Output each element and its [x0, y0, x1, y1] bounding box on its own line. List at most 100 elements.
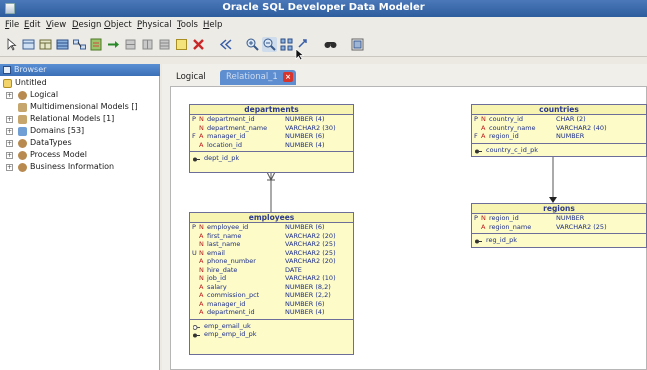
menu-view[interactable]: View	[46, 20, 66, 30]
column-row[interactable]: Nhire_date DATE	[190, 266, 353, 275]
grid-icon[interactable]	[123, 37, 138, 52]
title-bar: Oracle SQL Developer Data Modeler	[0, 0, 647, 17]
mandatory-flag: A	[481, 123, 486, 132]
tree-item-process[interactable]: + Process Model	[6, 150, 156, 161]
column-row[interactable]: Njob_id VARCHAR2 (10)	[190, 274, 353, 283]
menu-help[interactable]: Help	[203, 20, 222, 30]
column-row[interactable]: Aregion_name VARCHAR2 (25)	[472, 223, 646, 232]
expand-icon[interactable]: +	[6, 152, 13, 159]
table-icon[interactable]	[55, 37, 70, 52]
menu-physical[interactable]: Physical	[137, 20, 172, 30]
close-icon[interactable]: ×	[283, 72, 293, 82]
column-row[interactable]: P Nemployee_id NUMBER (6)	[190, 223, 353, 232]
key-row[interactable]: emp_email_uk	[190, 322, 353, 331]
column-list: P Nemployee_id NUMBER (6) Afirst_name VARCHA…	[190, 223, 353, 320]
delete-icon[interactable]	[191, 37, 206, 52]
column-row[interactable]: Adepartment_id NUMBER (4)	[190, 308, 353, 317]
expand-icon[interactable]: +	[6, 140, 13, 147]
menu-tools[interactable]: Tools	[177, 20, 198, 30]
zoom-in-icon[interactable]	[245, 37, 260, 52]
browser-header[interactable]: Browser	[0, 64, 160, 76]
menu-bar: File Edit View Design Object Physical To…	[0, 17, 647, 33]
column-row[interactable]: F Aregion_id NUMBER	[472, 132, 646, 141]
column-type: NUMBER (6)	[285, 223, 325, 231]
tab-logical[interactable]: Logical	[170, 70, 212, 85]
mandatory-flag: N	[481, 115, 486, 123]
column-row[interactable]: Alocation_id NUMBER (4)	[190, 141, 353, 150]
tree-item-label: Relational Models [1]	[30, 114, 115, 123]
column-name: department_id	[207, 115, 255, 123]
menu-edit[interactable]: Edit	[24, 20, 40, 30]
column-row[interactable]: P Ncountry_id CHAR (2)	[472, 115, 646, 124]
logical-icon	[18, 91, 27, 100]
key-list: dept_id_pk	[190, 152, 353, 163]
fit-icon[interactable]	[279, 37, 294, 52]
menu-object[interactable]: Object	[104, 20, 132, 30]
key-flag: P	[474, 115, 478, 123]
tree-root[interactable]: Untitled	[3, 78, 153, 89]
note2-icon[interactable]	[174, 37, 189, 52]
column-row[interactable]: Amanager_id NUMBER (6)	[190, 300, 353, 309]
column-row[interactable]: Ndepartment_name VARCHAR2 (30)	[190, 124, 353, 133]
grid2-icon[interactable]	[140, 37, 155, 52]
table-departments[interactable]: departments P Ndepartment_id NUMBER (4) Nde…	[189, 104, 354, 173]
tree-item-datatypes[interactable]: + DataTypes	[6, 138, 156, 149]
mandatory-flag: N	[199, 274, 204, 282]
table-regions[interactable]: regions P Nregion_id NUMBER Aregion_name VAR…	[471, 203, 647, 248]
key-flag: P	[192, 223, 196, 231]
column-name: region_id	[489, 132, 519, 140]
expand-icon[interactable]: +	[6, 164, 13, 171]
table-countries[interactable]: countries P Ncountry_id CHAR (2) Acountry_n…	[471, 104, 647, 157]
key-row[interactable]: dept_id_pk	[190, 154, 353, 163]
column-type: VARCHAR2 (30)	[285, 123, 336, 132]
note-icon[interactable]	[89, 37, 104, 52]
grid3-icon[interactable]	[157, 37, 172, 52]
expand-icon[interactable]: +	[6, 116, 13, 123]
key-row[interactable]: country_c_id_pk	[472, 146, 646, 155]
pointer-icon[interactable]	[4, 37, 19, 52]
column-row[interactable]: U Nemail VARCHAR2 (25)	[190, 249, 353, 258]
tree-item-domains[interactable]: + Domains [53]	[6, 126, 156, 137]
column-row[interactable]: Afirst_name VARCHAR2 (20)	[190, 232, 353, 241]
column-row[interactable]: P Ndepartment_id NUMBER (4)	[190, 115, 353, 124]
process-icon	[18, 151, 27, 160]
key-list: country_c_id_pk	[472, 144, 646, 155]
tree-item-logical[interactable]: + Logical	[6, 90, 156, 101]
tree-item-relational[interactable]: + Relational Models [1]	[6, 114, 156, 125]
tree-item-business[interactable]: + Business Information	[6, 162, 156, 173]
zoom-out-icon[interactable]	[262, 37, 277, 52]
key-row[interactable]: emp_emp_id_pk	[190, 330, 353, 339]
find-icon[interactable]	[323, 37, 338, 52]
multidim-icon	[18, 103, 27, 112]
column-row[interactable]: P Nregion_id NUMBER	[472, 214, 646, 223]
column-row[interactable]: Nlast_name VARCHAR2 (25)	[190, 240, 353, 249]
column-row[interactable]: Acountry_name VARCHAR2 (40)	[472, 124, 646, 133]
tree-item-label: Logical	[30, 90, 59, 99]
back-icon[interactable]	[218, 37, 233, 52]
expand-icon[interactable]: +	[6, 128, 13, 135]
entity-icon[interactable]	[21, 37, 36, 52]
expand-icon[interactable]: +	[6, 92, 13, 99]
key-row[interactable]: reg_id_pk	[472, 236, 646, 245]
column-row[interactable]: Asalary NUMBER (8,2)	[190, 283, 353, 292]
column-row[interactable]: F Amanager_id NUMBER (6)	[190, 132, 353, 141]
tree-item-multidimensional[interactable]: Multidimensional Models []	[6, 102, 160, 113]
arrow-icon[interactable]	[106, 37, 121, 52]
relation-icon[interactable]	[72, 37, 87, 52]
table-employees[interactable]: employees P Nemployee_id NUMBER (6) Afirst_…	[189, 212, 354, 355]
column-type: VARCHAR2 (40)	[556, 123, 607, 132]
mandatory-flag: A	[199, 282, 204, 291]
column-type: NUMBER (4)	[285, 115, 325, 123]
mandatory-flag: N	[199, 240, 204, 248]
menu-design[interactable]: Design	[72, 20, 101, 30]
view-icon[interactable]	[38, 37, 53, 52]
layout-icon[interactable]	[350, 37, 365, 52]
column-type: NUMBER	[556, 132, 585, 140]
key-list: reg_id_pk	[472, 234, 646, 245]
column-row[interactable]: Aphone_number VARCHAR2 (20)	[190, 257, 353, 266]
column-type: VARCHAR2 (10)	[285, 274, 336, 282]
diagram-canvas[interactable]: departments P Ndepartment_id NUMBER (4) Nde…	[170, 86, 647, 370]
menu-file[interactable]: File	[5, 20, 19, 30]
column-row[interactable]: Acommission_pct NUMBER (2,2)	[190, 291, 353, 300]
tab-relational[interactable]: Relational_1 ×	[220, 70, 296, 85]
